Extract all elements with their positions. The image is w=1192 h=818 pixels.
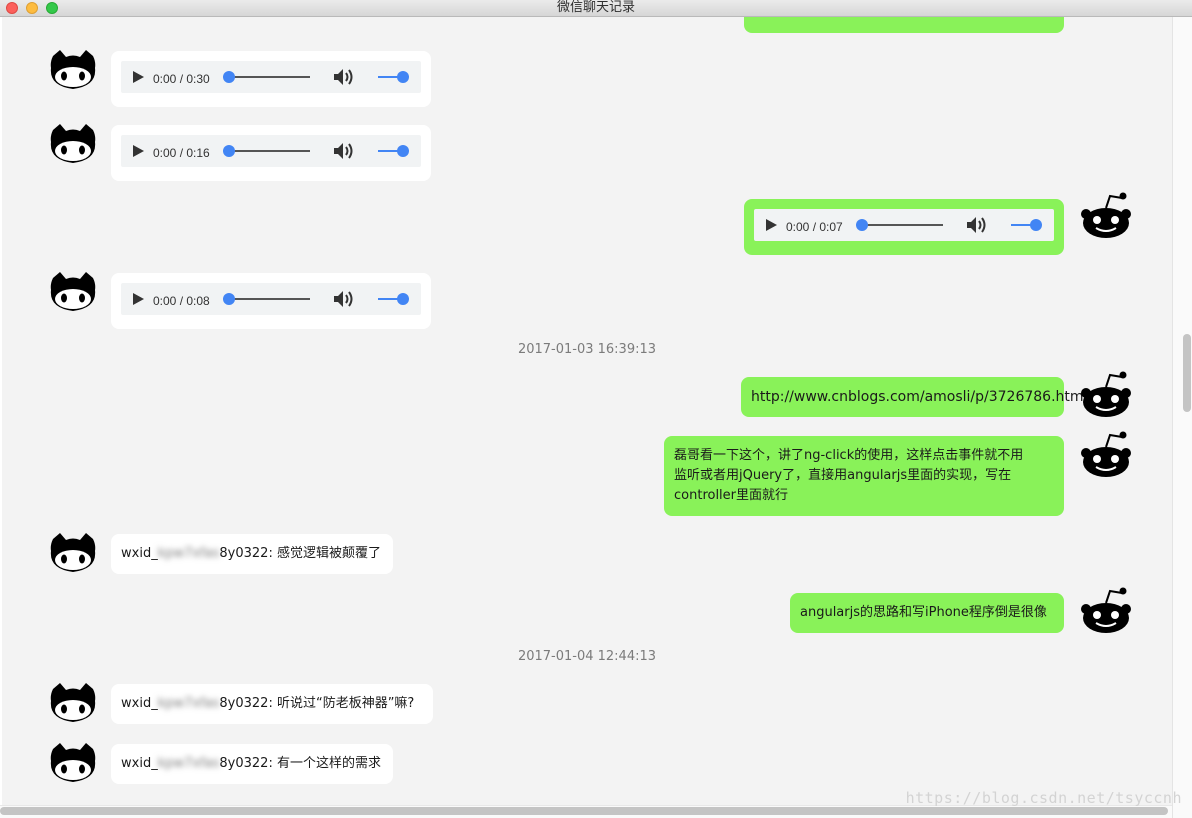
volume-knob[interactable] xyxy=(397,145,409,157)
message-text: 8y0322: 有一个这样的需求 xyxy=(219,756,381,771)
audio-progress-knob[interactable] xyxy=(223,71,235,83)
audio-progress-knob[interactable] xyxy=(223,293,235,305)
audio-player: 0:00 / 0:16 xyxy=(121,135,421,167)
volume-knob[interactable] xyxy=(397,71,409,83)
github-octocat-icon xyxy=(50,124,96,164)
audio-progress-track[interactable] xyxy=(229,150,310,152)
audio-player: 0:00 / 0:30 xyxy=(121,61,421,93)
window-title: 微信聊天记录 xyxy=(556,0,635,15)
message-text: 8y0322: 听说过“防老板神器”嘛? xyxy=(219,696,415,711)
audio-progress-knob[interactable] xyxy=(223,145,235,157)
play-icon[interactable] xyxy=(133,293,144,305)
text-message: 磊哥看一下这个，讲了ng-click的使用，这样点击事件就不用 监听或者用jQu… xyxy=(664,436,1064,516)
audio-progress-track[interactable] xyxy=(862,224,943,226)
text-message: wxid_kpw7xfas8y0322: 感觉逻辑被颠覆了 xyxy=(111,534,393,574)
sender-id-blurred: kpw7xfas xyxy=(157,546,220,561)
message-timestamp: 2017-01-04 12:44:13 xyxy=(517,649,657,664)
message-text: angularjs的思路和写iPhone程序倒是很像 xyxy=(800,605,1047,620)
vertical-scrollbar[interactable] xyxy=(1172,17,1192,818)
volume-knob[interactable] xyxy=(397,293,409,305)
window-titlebar: 微信聊天记录 xyxy=(0,0,1192,17)
message-timestamp: 2017-01-03 16:39:13 xyxy=(517,342,657,357)
reddit-alien-icon xyxy=(1080,370,1132,418)
text-message: wxid_kpw7xfas8y0322: 听说过“防老板神器”嘛? xyxy=(111,684,433,724)
github-octocat-icon xyxy=(50,272,96,312)
github-octocat-icon xyxy=(50,50,96,90)
audio-message: 0:00 / 0:16 xyxy=(111,125,431,181)
volume-icon[interactable] xyxy=(333,142,355,160)
link-text[interactable]: http://www.cnblogs.com/amosli/p/3726786.… xyxy=(751,389,1087,405)
message-bubble-outgoing-partial xyxy=(744,17,1064,33)
github-octocat-icon xyxy=(50,683,96,723)
reddit-alien-icon xyxy=(1080,191,1132,239)
sender-id-blurred: kpw7xfas xyxy=(157,696,220,711)
volume-icon[interactable] xyxy=(966,216,988,234)
audio-time: 0:00 / 0:08 xyxy=(153,294,210,308)
reddit-alien-icon xyxy=(1080,430,1132,478)
play-icon[interactable] xyxy=(133,71,144,83)
chat-history[interactable]: 0:00 / 0:30 0:00 / 0:16 0:00 / 0:07 0:00… xyxy=(2,17,1172,805)
audio-message-outgoing: 0:00 / 0:07 xyxy=(744,199,1064,255)
github-octocat-icon xyxy=(50,533,96,573)
audio-time: 0:00 / 0:30 xyxy=(153,72,210,86)
watermark-text: https://blog.csdn.net/tsyccnh xyxy=(905,789,1182,807)
link-message: http://www.cnblogs.com/amosli/p/3726786.… xyxy=(741,377,1087,417)
audio-message: 0:00 / 0:30 xyxy=(111,51,431,107)
vertical-scrollbar-thumb[interactable] xyxy=(1183,334,1191,412)
audio-progress-track[interactable] xyxy=(229,298,310,300)
play-icon[interactable] xyxy=(766,219,777,231)
sender-prefix: wxid_ xyxy=(121,546,158,561)
play-icon[interactable] xyxy=(133,145,144,157)
volume-icon[interactable] xyxy=(333,68,355,86)
message-text: 8y0322: 感觉逻辑被颠覆了 xyxy=(219,546,381,561)
reddit-alien-icon xyxy=(1080,586,1132,634)
audio-progress-knob[interactable] xyxy=(856,219,868,231)
text-message: wxid_kpw7xfas8y0322: 有一个这样的需求 xyxy=(111,744,393,784)
sender-id-blurred: kpw7xfas xyxy=(157,756,220,771)
message-line: 磊哥看一下这个，讲了ng-click的使用，这样点击事件就不用 xyxy=(674,448,1024,463)
audio-message: 0:00 / 0:08 xyxy=(111,273,431,329)
audio-progress-track[interactable] xyxy=(229,76,310,78)
message-line: controller里面就行 xyxy=(674,488,789,503)
sender-prefix: wxid_ xyxy=(121,696,158,711)
message-line: 监听或者用jQuery了，直接用angularjs里面的实现，写在 xyxy=(674,468,1012,483)
github-octocat-icon xyxy=(50,743,96,783)
volume-icon[interactable] xyxy=(333,290,355,308)
horizontal-scrollbar-thumb[interactable] xyxy=(0,807,1168,815)
sender-prefix: wxid_ xyxy=(121,756,158,771)
volume-knob[interactable] xyxy=(1030,219,1042,231)
audio-player: 0:00 / 0:08 xyxy=(121,283,421,315)
audio-time: 0:00 / 0:07 xyxy=(786,220,843,234)
text-message: angularjs的思路和写iPhone程序倒是很像 xyxy=(790,593,1064,633)
audio-time: 0:00 / 0:16 xyxy=(153,146,210,160)
audio-player: 0:00 / 0:07 xyxy=(754,209,1054,241)
